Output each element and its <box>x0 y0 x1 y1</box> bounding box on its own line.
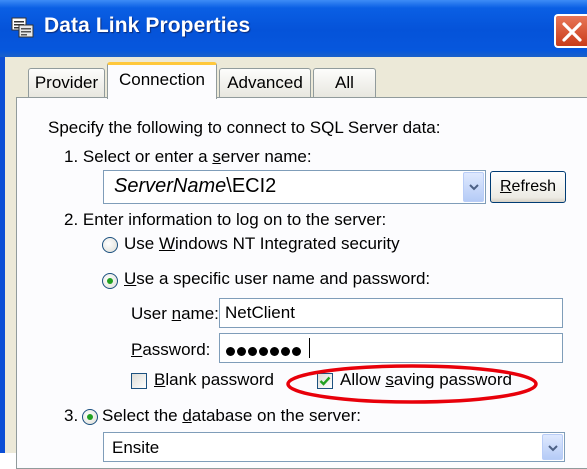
database-dropdown-button[interactable] <box>542 434 563 460</box>
password-dot <box>237 347 246 356</box>
password-dot <box>226 347 235 356</box>
password-field[interactable] <box>219 333 563 363</box>
server-dropdown-button[interactable] <box>463 172 484 202</box>
tab-all[interactable]: All <box>313 68 376 98</box>
radio-select-database[interactable] <box>82 409 98 425</box>
password-label: Password: <box>131 340 211 359</box>
tab-advanced[interactable]: Advanced <box>219 68 311 98</box>
server-name-value: ServerName\ECI2 <box>114 175 277 197</box>
tab-label: Provider <box>34 73 99 92</box>
intro-text: Specify the following to connect to SQL … <box>48 118 441 137</box>
database-combo[interactable]: Ensite <box>103 432 565 462</box>
close-icon <box>562 22 582 42</box>
window-title: Data Link Properties <box>44 14 251 37</box>
server-name-combo[interactable]: ServerName\ECI2 <box>103 170 486 204</box>
password-dot <box>292 347 301 356</box>
step1-label: 1. Select or enter a server name: <box>64 147 312 166</box>
radio-specific-user-label: Use a specific user name and password: <box>124 269 431 288</box>
allow-saving-password-label: Allow saving password <box>340 370 512 389</box>
refresh-button[interactable]: Refresh <box>490 171 566 203</box>
checkmark-icon <box>319 376 331 386</box>
tab-label: Advanced <box>227 73 303 92</box>
allow-saving-password-checkbox[interactable] <box>317 373 333 389</box>
data-link-icon <box>11 17 34 38</box>
tab-label: All <box>335 73 354 92</box>
blank-password-label: Blank password <box>154 370 275 389</box>
username-label: User name: <box>131 304 219 323</box>
tab-label: Connection <box>118 70 205 89</box>
radio-specific-user[interactable] <box>102 273 118 289</box>
password-mask <box>226 343 303 356</box>
password-dot <box>248 347 257 356</box>
tab-provider[interactable]: Provider <box>28 68 105 98</box>
step3-label: Select the database on the server: <box>102 406 361 425</box>
chevron-down-icon <box>469 184 479 191</box>
chevron-down-icon <box>548 445 558 452</box>
blank-password-checkbox[interactable] <box>131 373 147 389</box>
text-caret <box>309 338 310 358</box>
step3-number: 3. <box>64 406 79 425</box>
password-dot <box>270 347 279 356</box>
username-input[interactable] <box>220 299 562 327</box>
username-field[interactable] <box>219 298 563 328</box>
tab-connection[interactable]: Connection <box>107 62 217 99</box>
radio-windows-nt-label: Use Windows NT Integrated security <box>124 234 400 253</box>
close-button[interactable] <box>554 14 587 48</box>
password-dot <box>281 347 290 356</box>
radio-windows-nt-security[interactable] <box>102 237 118 253</box>
password-dot <box>259 347 268 356</box>
database-value: Ensite <box>112 438 160 457</box>
title-bar[interactable]: Data Link Properties <box>0 0 587 57</box>
step2-label: 2. Enter information to log on to the se… <box>64 210 387 229</box>
